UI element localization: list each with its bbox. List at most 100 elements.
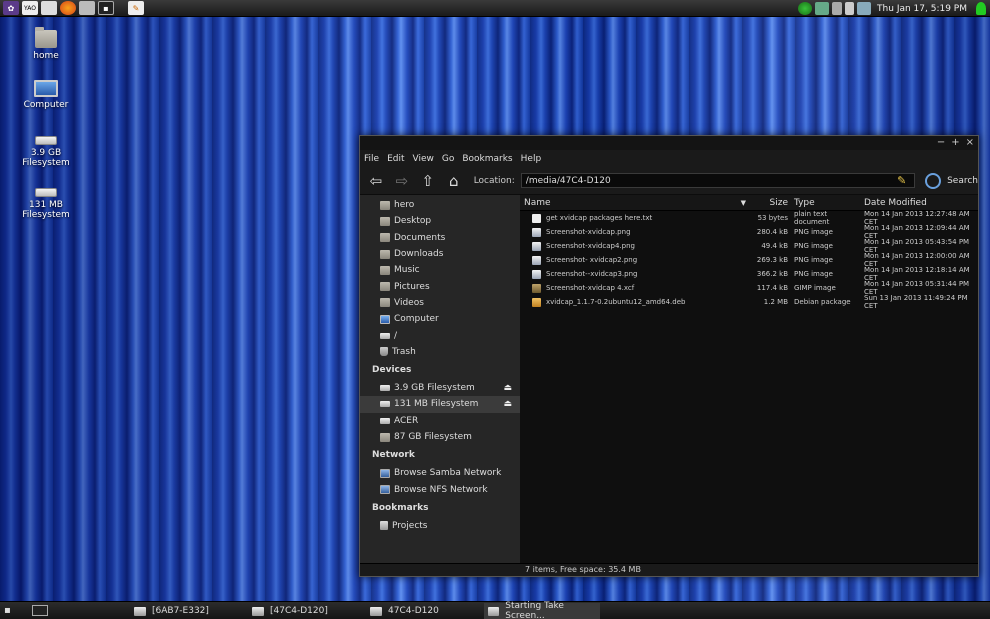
sidebar-item-samba[interactable]: Browse Samba Network (360, 465, 520, 481)
eject-icon[interactable]: ⏏ (503, 383, 512, 393)
sidebar-item-projects[interactable]: Projects (360, 518, 520, 534)
files-launcher-icon[interactable] (41, 1, 57, 15)
sidebar-item-87gb-filesystem[interactable]: 87 GB Filesystem (360, 429, 520, 445)
file-row[interactable]: xvidcap_1.1.7-0.2ubuntu12_amd64.deb 1.2 … (520, 294, 978, 310)
file-name: get xvidcap packages here.txt (546, 214, 653, 222)
display-icon[interactable] (857, 2, 872, 15)
desktop-icon-label: 131 MB Filesystem (22, 200, 70, 220)
sidebar-item-music[interactable]: Music (360, 262, 520, 278)
desktop-icon-home[interactable]: home (6, 27, 86, 61)
column-header-name[interactable]: Name ▼ (520, 198, 752, 208)
battery-icon[interactable] (832, 2, 843, 15)
sidebar-item-acer[interactable]: ACER (360, 413, 520, 429)
eject-icon[interactable]: ⏏ (503, 399, 512, 409)
text-file-icon (532, 213, 541, 223)
drive-icon (370, 606, 382, 616)
file-type: PNG image (794, 270, 833, 278)
task-label: [6AB7-E332] (152, 606, 209, 616)
yao-launcher-icon[interactable]: YAO (22, 1, 38, 15)
file-date: Sun 13 Jan 2013 11:49:24 PM CET (864, 294, 968, 310)
taskbar-item-take-screenshot[interactable]: Starting Take Screen... (484, 601, 600, 619)
clear-location-icon[interactable]: ✎ (897, 174, 911, 188)
file-row[interactable]: Screenshot- xvidcap2.png 269.3 kB PNG im… (520, 252, 978, 268)
location-input[interactable] (520, 173, 916, 188)
up-button[interactable]: ⇧ (418, 171, 438, 191)
task-label: [47C4-D120] (270, 606, 328, 616)
file-row[interactable]: Screenshot-xvidcap 4.xcf 117.4 kB GIMP i… (520, 280, 978, 296)
menu-help[interactable]: Help (521, 154, 542, 164)
updates-icon[interactable] (815, 2, 830, 15)
sidebar-item-documents[interactable]: Documents (360, 230, 520, 246)
search-button[interactable]: Search (925, 172, 979, 189)
sidebar-item-nfs[interactable]: Browse NFS Network (360, 481, 520, 497)
close-icon[interactable]: × (966, 137, 974, 148)
back-button[interactable]: ⇦ (366, 171, 386, 191)
file-name: Screenshot-xvidcap 4.xcf (546, 284, 635, 292)
sidebar-item-videos[interactable]: Videos (360, 295, 520, 311)
maximize-icon[interactable]: + (951, 137, 959, 148)
sidebar-item-pictures[interactable]: Pictures (360, 278, 520, 294)
sidebar-item-label: Desktop (394, 216, 432, 227)
sidebar-item-computer[interactable]: Computer (360, 311, 520, 327)
menu-view[interactable]: View (413, 154, 434, 164)
drive-icon (380, 432, 390, 442)
network-icon[interactable] (798, 2, 813, 15)
file-size: 366.2 kB (756, 270, 788, 278)
sidebar-item-root[interactable]: / (360, 327, 520, 343)
user-status-icon[interactable] (976, 2, 986, 15)
firefox-launcher-icon[interactable] (60, 1, 76, 15)
desktop-icon-131mb-filesystem[interactable]: 131 MB Filesystem (6, 182, 86, 220)
column-header-type[interactable]: Type (788, 198, 858, 208)
file-size: 117.4 kB (756, 284, 788, 292)
file-size: 53 bytes (757, 214, 788, 222)
workspace-switcher[interactable] (32, 605, 48, 616)
sidebar-item-label: / (394, 330, 398, 341)
sidebar-item-hero[interactable]: hero (360, 197, 520, 213)
sidebar-item-label: Browse NFS Network (394, 484, 488, 495)
minimize-icon[interactable]: − (937, 137, 945, 148)
file-list-header: Name ▼ Size Type Date Modified (520, 195, 978, 211)
file-row[interactable]: Screenshot-xvidcap.png 280.4 kB PNG imag… (520, 224, 978, 240)
drive-icon (35, 188, 57, 197)
desktop-icon-3-9gb-filesystem[interactable]: 3.9 GB Filesystem (6, 130, 86, 168)
file-row[interactable]: get xvidcap packages here.txt 53 bytes p… (520, 210, 978, 226)
column-header-date[interactable]: Date Modified (858, 198, 978, 208)
terminal-launcher-icon[interactable]: ▪ (98, 1, 114, 15)
settings-launcher-icon[interactable] (79, 1, 95, 15)
sidebar-item-3-9gb-filesystem[interactable]: 3.9 GB Filesystem ⏏ (360, 380, 520, 396)
desktop-icon-computer[interactable]: Computer (6, 80, 86, 110)
show-desktop-icon[interactable]: ▪ (4, 605, 20, 617)
home-button[interactable]: ⌂ (444, 171, 464, 191)
forward-button[interactable]: ⇨ (392, 171, 412, 191)
sidebar-item-downloads[interactable]: Downloads (360, 246, 520, 262)
clock[interactable]: Thu Jan 17, 5:19 PM (877, 4, 967, 14)
menu-bookmarks[interactable]: Bookmarks (462, 154, 512, 164)
window-titlebar[interactable]: − + × (360, 136, 978, 150)
sidebar-item-label: Pictures (394, 281, 430, 292)
drive-icon (35, 136, 57, 145)
sidebar-item-label: ACER (394, 415, 419, 426)
sidebar-item-131mb-filesystem[interactable]: 131 MB Filesystem ⏏ (360, 396, 520, 413)
image-file-icon (532, 241, 541, 251)
file-type: PNG image (794, 256, 833, 264)
app-menu-icon[interactable]: ✿ (3, 1, 19, 15)
network-header: Network (372, 450, 415, 461)
taskbar-item-47c4-bracket[interactable]: [47C4-D120] (248, 603, 362, 619)
sidebar-item-trash[interactable]: Trash (360, 344, 520, 360)
text-editor-launcher-icon[interactable]: ✎ (128, 1, 144, 15)
sidebar-item-label: Computer (394, 314, 439, 325)
file-type: PNG image (794, 228, 833, 236)
documents-folder-icon (380, 233, 390, 243)
sidebar-item-desktop[interactable]: Desktop (360, 213, 520, 229)
menu-file[interactable]: File (364, 154, 379, 164)
sidebar-item-label: Downloads (394, 249, 444, 260)
menu-go[interactable]: Go (442, 154, 454, 164)
search-label: Search (947, 175, 979, 186)
taskbar-item-47c4[interactable]: 47C4-D120 (366, 603, 480, 619)
volume-icon[interactable] (845, 2, 855, 15)
menu-edit[interactable]: Edit (387, 154, 404, 164)
taskbar-item-6ab7[interactable]: [6AB7-E332] (130, 603, 244, 619)
file-row[interactable]: Screenshot--xvidcap3.png 366.2 kB PNG im… (520, 266, 978, 282)
column-header-size[interactable]: Size (752, 198, 788, 208)
file-row[interactable]: Screenshot-xvidcap4.png 49.4 kB PNG imag… (520, 238, 978, 254)
